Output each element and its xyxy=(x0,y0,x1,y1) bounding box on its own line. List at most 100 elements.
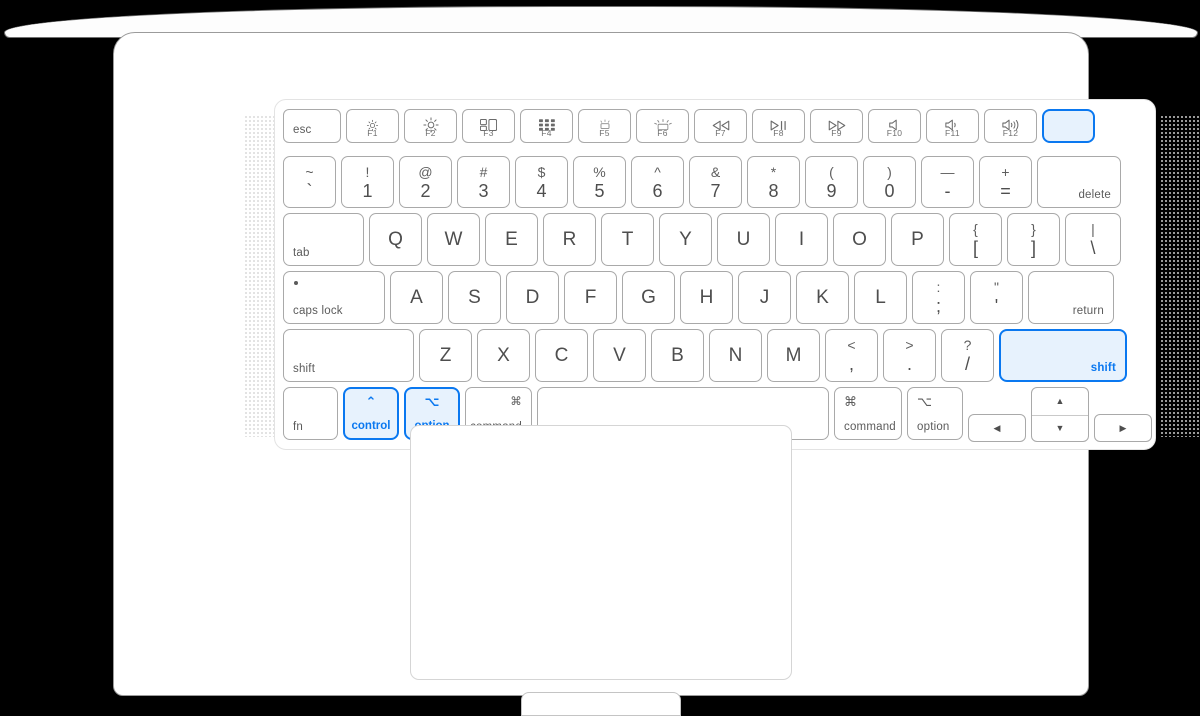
key-arrow-left[interactable]: ◀ xyxy=(968,414,1026,442)
key-9[interactable]: ( 9 xyxy=(805,156,858,208)
key-comma[interactable]: < , xyxy=(825,329,878,382)
key-k[interactable]: K xyxy=(796,271,849,324)
key-t[interactable]: T xyxy=(601,213,654,266)
key-7[interactable]: & 7 xyxy=(689,156,742,208)
key-1[interactable]: ! 1 xyxy=(341,156,394,208)
key-f4[interactable]: F4 xyxy=(520,109,573,143)
key-y[interactable]: Y xyxy=(659,213,712,266)
key-return[interactable]: return xyxy=(1028,271,1114,324)
key-f2[interactable]: F2 xyxy=(404,109,457,143)
key-quote[interactable]: " ' xyxy=(970,271,1023,324)
key-f10[interactable]: F10 xyxy=(868,109,921,143)
key-h[interactable]: H xyxy=(680,271,733,324)
key-equal-shifted: + xyxy=(1001,163,1010,180)
key-3[interactable]: # 3 xyxy=(457,156,510,208)
key-8[interactable]: * 8 xyxy=(747,156,800,208)
key-2[interactable]: @ 2 xyxy=(399,156,452,208)
key-w-label: W xyxy=(444,228,463,250)
key-u[interactable]: U xyxy=(717,213,770,266)
key-esc[interactable]: esc xyxy=(283,109,341,143)
key-6[interactable]: ^ 6 xyxy=(631,156,684,208)
key-tab[interactable]: tab xyxy=(283,213,364,266)
key-option-right[interactable]: ⌥ option xyxy=(907,387,963,440)
key-backtick-shifted: ~ xyxy=(305,163,314,180)
key-backtick[interactable]: ~ ` xyxy=(283,156,336,208)
key-minus-shifted: — xyxy=(940,163,955,180)
key-touch-id-power[interactable] xyxy=(1042,109,1095,143)
key-q-label: Q xyxy=(388,228,403,250)
key-slash[interactable]: ? / xyxy=(941,329,994,382)
key-arrow-down[interactable]: ▼ xyxy=(1032,415,1088,442)
command-symbol-icon-left: ⌘ xyxy=(510,396,522,408)
key-f[interactable]: F xyxy=(564,271,617,324)
lid-open-notch xyxy=(521,692,681,716)
key-arrow-up[interactable]: ▲ xyxy=(1032,388,1088,415)
key-e[interactable]: E xyxy=(485,213,538,266)
key-l[interactable]: L xyxy=(854,271,907,324)
key-period[interactable]: > . xyxy=(883,329,936,382)
key-f9[interactable]: F9 xyxy=(810,109,863,143)
key-z-label: Z xyxy=(439,344,452,366)
key-4-shifted: $ xyxy=(537,163,546,180)
key-command-right[interactable]: ⌘ command xyxy=(834,387,902,440)
key-1-shifted: ! xyxy=(365,163,370,180)
key-f12[interactable]: F12 xyxy=(984,109,1037,143)
key-backslash[interactable]: | \ xyxy=(1065,213,1121,266)
key-c[interactable]: C xyxy=(535,329,588,382)
key-i[interactable]: I xyxy=(775,213,828,266)
key-c-label: C xyxy=(554,344,569,366)
key-f6[interactable]: F6 xyxy=(636,109,689,143)
key-m-label: M xyxy=(785,344,802,366)
key-r[interactable]: R xyxy=(543,213,596,266)
key-f3[interactable]: F3 xyxy=(462,109,515,143)
key-x[interactable]: X xyxy=(477,329,530,382)
key-arrow-right[interactable]: ▶ xyxy=(1094,414,1152,442)
key-v-label: V xyxy=(613,344,626,366)
key-f8[interactable]: F8 xyxy=(752,109,805,143)
key-j[interactable]: J xyxy=(738,271,791,324)
key-1-base: 1 xyxy=(362,180,373,201)
key-fn[interactable]: fn xyxy=(283,387,338,440)
key-slash-shifted: ? xyxy=(963,337,972,353)
key-f1[interactable]: F1 xyxy=(346,109,399,143)
key-4[interactable]: $ 4 xyxy=(515,156,568,208)
key-f7[interactable]: F7 xyxy=(694,109,747,143)
key-f5[interactable]: F5 xyxy=(578,109,631,143)
key-bracket-left[interactable]: { [ xyxy=(949,213,1002,266)
key-equal[interactable]: + = xyxy=(979,156,1032,208)
key-5[interactable]: % 5 xyxy=(573,156,626,208)
key-shift-right-label: shift xyxy=(1090,362,1116,374)
key-o[interactable]: O xyxy=(833,213,886,266)
key-semicolon[interactable]: : ; xyxy=(912,271,965,324)
key-f11[interactable]: F11 xyxy=(926,109,979,143)
key-delete[interactable]: delete xyxy=(1037,156,1121,208)
key-v[interactable]: V xyxy=(593,329,646,382)
key-9-shifted: ( xyxy=(829,163,834,180)
key-caps-lock[interactable]: caps lock xyxy=(283,271,385,324)
key-a[interactable]: A xyxy=(390,271,443,324)
key-w[interactable]: W xyxy=(427,213,480,266)
key-b[interactable]: B xyxy=(651,329,704,382)
key-q[interactable]: Q xyxy=(369,213,422,266)
key-7-base: 7 xyxy=(710,180,721,201)
key-n[interactable]: N xyxy=(709,329,762,382)
key-arrow-up-down[interactable]: ▲ ▼ xyxy=(1031,387,1089,442)
key-bracket-right[interactable]: } ] xyxy=(1007,213,1060,266)
key-g[interactable]: G xyxy=(622,271,675,324)
key-z[interactable]: Z xyxy=(419,329,472,382)
key-0[interactable]: ) 0 xyxy=(863,156,916,208)
key-shift-left[interactable]: shift xyxy=(283,329,414,382)
key-backslash-shifted: | xyxy=(1091,221,1095,237)
key-shift-right[interactable]: shift xyxy=(999,329,1127,382)
key-control[interactable]: ⌃ control xyxy=(343,387,399,440)
key-6-base: 6 xyxy=(652,180,663,201)
key-p[interactable]: P xyxy=(891,213,944,266)
key-l-label: L xyxy=(875,286,886,308)
key-s[interactable]: S xyxy=(448,271,501,324)
key-minus[interactable]: — - xyxy=(921,156,974,208)
key-d[interactable]: D xyxy=(506,271,559,324)
trackpad[interactable] xyxy=(410,425,792,680)
arrow-left-icon: ◀ xyxy=(993,422,1001,433)
key-m[interactable]: M xyxy=(767,329,820,382)
key-o-label: O xyxy=(852,228,867,250)
